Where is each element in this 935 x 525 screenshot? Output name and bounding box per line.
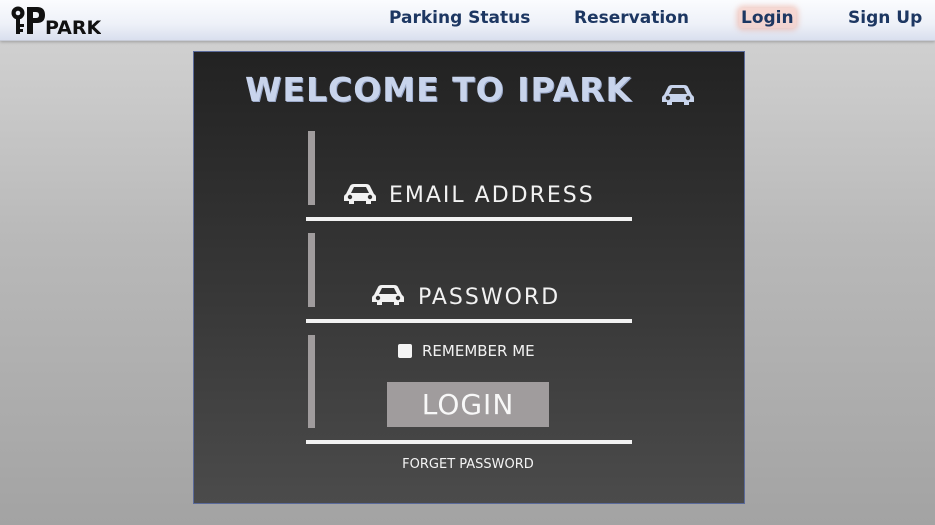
nav-reservation[interactable]: Reservation <box>574 8 689 28</box>
email-field-bar <box>308 131 315 205</box>
password-field-bar <box>308 233 315 307</box>
car-icon <box>344 184 376 204</box>
login-section-bar <box>308 335 315 428</box>
nav-login[interactable]: Login <box>739 8 796 28</box>
email-field[interactable]: EMAIL ADDRESS <box>389 183 595 208</box>
login-panel: WELCOME TO IPARK EMAIL ADDRESS PASSWORD … <box>193 51 745 504</box>
nav-sign-up[interactable]: Sign Up <box>848 8 922 28</box>
nav-parking-status[interactable]: Parking Status <box>389 8 530 28</box>
welcome-title: WELCOME TO IPARK <box>245 70 633 109</box>
remember-me-label[interactable]: REMEMBER ME <box>422 342 535 360</box>
car-icon <box>372 285 404 305</box>
forget-password-link[interactable]: FORGET PASSWORD <box>194 457 742 472</box>
ipark-logo[interactable]: PARK <box>11 4 101 36</box>
top-navbar: PARK Parking Status Reservation Login Si… <box>0 0 935 41</box>
email-field-underline <box>306 217 632 221</box>
remember-me-checkbox[interactable] <box>398 344 412 358</box>
password-field-underline <box>306 319 632 323</box>
car-icon <box>662 85 694 105</box>
login-button[interactable]: LOGIN <box>387 382 549 427</box>
password-field[interactable]: PASSWORD <box>418 285 560 310</box>
key-icon <box>11 6 25 34</box>
login-section-underline <box>306 440 632 444</box>
logo-text: PARK <box>45 17 101 36</box>
